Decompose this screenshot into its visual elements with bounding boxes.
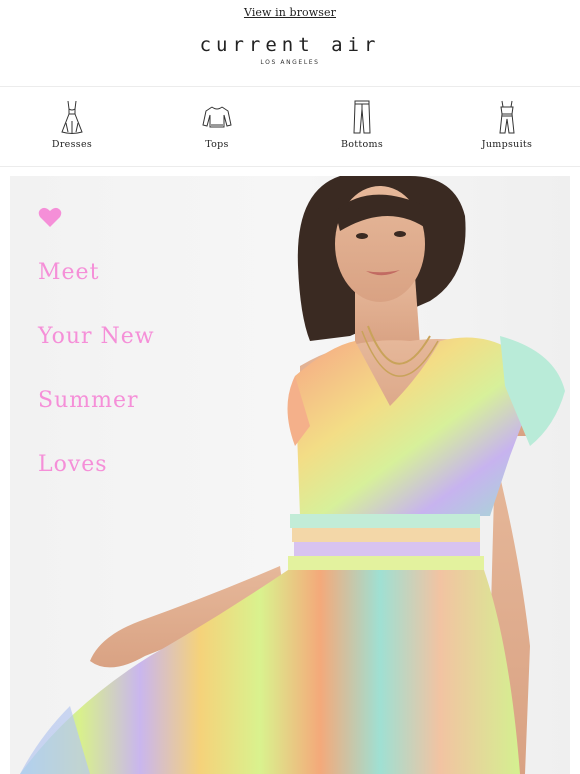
category-label: Tops	[205, 139, 229, 150]
category-label: Jumpsuits	[481, 139, 533, 150]
category-label: Dresses	[51, 139, 93, 150]
hero-headline-line-1: Meet	[38, 260, 100, 285]
category-nav: Dresses Tops Bottoms Jumpsuits	[0, 87, 580, 167]
top-bar: View in browser	[0, 0, 580, 19]
category-dresses[interactable]: Dresses	[12, 87, 132, 150]
hero-headline-line-2: Your New	[38, 324, 155, 349]
heart-icon	[38, 206, 62, 232]
nav-divider	[0, 166, 580, 167]
top-icon	[157, 99, 277, 135]
jumpsuit-icon	[447, 99, 567, 135]
hero-headline-line-3: Summer	[38, 388, 139, 413]
brand-logo[interactable]: current air LOS ANGELES	[0, 18, 580, 86]
dress-icon	[12, 99, 132, 135]
brand-location: LOS ANGELES	[260, 59, 320, 66]
hero-headline-line-4: Loves	[38, 452, 108, 477]
category-label: Bottoms	[340, 139, 384, 150]
hero-banner[interactable]: Meet Your New Summer Loves	[10, 176, 570, 774]
brand-name: current air	[199, 34, 381, 56]
category-bottoms[interactable]: Bottoms	[302, 87, 422, 150]
pants-icon	[302, 99, 422, 135]
category-jumpsuits[interactable]: Jumpsuits	[447, 87, 567, 150]
category-tops[interactable]: Tops	[157, 87, 277, 150]
